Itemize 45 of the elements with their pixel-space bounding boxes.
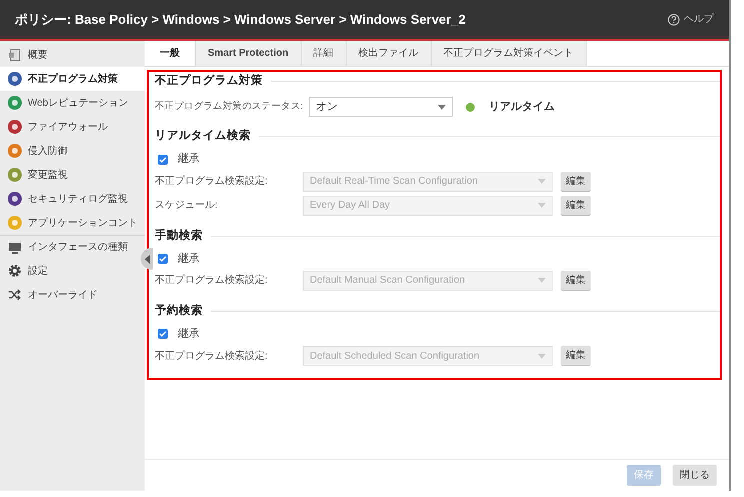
status-text: リアルタイム xyxy=(489,100,555,115)
dropdown-caret-icon xyxy=(538,203,546,208)
shuffle-icon xyxy=(8,288,22,302)
sidebar-item[interactable]: 設定 xyxy=(0,259,145,283)
dropdown-caret-icon xyxy=(538,179,546,184)
section-title: 手動検索 xyxy=(155,228,203,244)
sidebar-item[interactable]: ファイアウォール xyxy=(0,115,145,139)
checkbox-label: 継承 xyxy=(178,252,200,266)
sidebar-item[interactable]: セキュリティログ監視 xyxy=(0,187,145,211)
checkbox[interactable] xyxy=(158,254,168,264)
settings-icon xyxy=(8,264,22,278)
collapse-handle[interactable] xyxy=(141,248,153,270)
sidebar-item[interactable]: 不正プログラム対策 xyxy=(0,67,145,91)
monitor-icon xyxy=(8,240,22,254)
dropdown-caret-icon xyxy=(538,354,546,358)
tab[interactable]: 検出ファイル xyxy=(346,41,432,66)
section-title: 予約検索 xyxy=(155,303,203,319)
checkbox-label: 継承 xyxy=(178,326,200,342)
field-label: 不正プログラム検索設定: xyxy=(154,350,269,364)
checkbox-label: 継承 xyxy=(178,152,200,168)
dropdown-caret-icon xyxy=(438,104,446,110)
sidebar-item[interactable]: 侵入防御 xyxy=(0,139,145,163)
section-title: リアルタイム検索 xyxy=(155,128,251,144)
tab[interactable]: 詳細 xyxy=(302,41,347,66)
field-label: 不正プログラム検索設定: xyxy=(154,274,269,288)
checkbox[interactable] xyxy=(158,154,168,164)
sidebar-item[interactable]: オーバーライド xyxy=(0,283,145,307)
document-icon xyxy=(8,48,22,62)
tab[interactable]: 不正プログラム対策イベント xyxy=(432,41,587,66)
dropdown-caret-icon xyxy=(538,278,546,284)
help-icon xyxy=(668,14,680,26)
field-label: 不正プログラム対策のステータス: xyxy=(154,100,304,114)
checkbox[interactable] xyxy=(158,329,168,339)
sidebar-item[interactable]: アプリケーションコント xyxy=(0,211,145,235)
status-select[interactable]: オン xyxy=(309,97,453,118)
tab[interactable]: Smart Protection xyxy=(196,41,302,66)
sidebar-item[interactable]: Webレピュテーション xyxy=(0,91,145,115)
window-title: ポリシー: Base Policy > Windows > Windows Server > Windows Server_2 xyxy=(15,10,466,29)
sidebar-item[interactable]: 変更監視 xyxy=(0,163,145,187)
section-title: 不正プログラム対策 xyxy=(155,73,263,89)
footer-button[interactable]: 閉じる xyxy=(673,465,717,486)
field-label: スケジュール: xyxy=(154,199,219,213)
help-link[interactable]: ヘルプ xyxy=(668,12,714,27)
field-label: 不正プログラム検索設定: xyxy=(154,174,269,189)
sidebar-item[interactable]: 概要 xyxy=(0,43,145,67)
